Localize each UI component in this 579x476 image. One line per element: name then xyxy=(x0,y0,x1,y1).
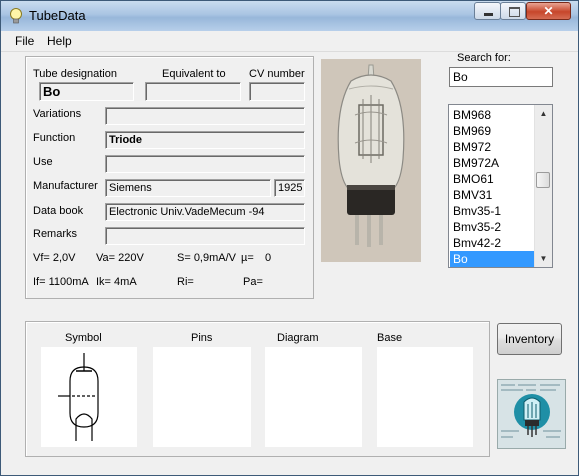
symbol-label: Symbol xyxy=(65,332,102,344)
window-title: TubeData xyxy=(29,8,86,23)
close-icon: ✕ xyxy=(543,4,554,18)
app-window: TubeData ✕ File Help Tube designation Eq… xyxy=(0,0,579,476)
if-value: If= 1100mA xyxy=(33,276,89,288)
menu-bar: File Help xyxy=(1,31,578,52)
data-book-field[interactable]: Electronic Univ.VadeMecum -94 xyxy=(105,203,305,221)
data-book-label: Data book xyxy=(33,205,84,217)
ik-value: Ik= 4mA xyxy=(96,276,137,288)
ri-label: Ri= xyxy=(177,276,194,288)
base-box xyxy=(377,347,473,447)
triode-symbol-icon xyxy=(58,353,99,441)
scroll-thumb[interactable] xyxy=(536,172,550,188)
equivalent-to-field[interactable] xyxy=(145,82,241,101)
mu-label: µ= xyxy=(241,252,254,264)
maximize-button[interactable] xyxy=(500,2,526,20)
diagram-label: Diagram xyxy=(277,332,319,344)
use-label: Use xyxy=(33,156,53,168)
equivalent-to-label: Equivalent to xyxy=(162,68,226,80)
menu-help[interactable]: Help xyxy=(47,34,72,48)
use-field[interactable] xyxy=(105,155,305,173)
cv-number-field[interactable] xyxy=(249,82,305,101)
year-field[interactable]: 1925 xyxy=(274,179,305,197)
tubedata-logo xyxy=(497,379,566,449)
logo-tube-icon xyxy=(498,380,565,448)
va-value: Va= 220V xyxy=(96,252,144,264)
manufacturer-field[interactable]: Siemens xyxy=(105,179,271,197)
pins-label: Pins xyxy=(191,332,213,344)
symbol-box xyxy=(41,347,137,447)
vf-value: Vf= 2,0V xyxy=(33,252,76,264)
cv-number-label: CV number xyxy=(249,68,305,80)
title-bar[interactable]: TubeData ✕ xyxy=(1,1,578,31)
remarks-field[interactable] xyxy=(105,227,305,245)
pa-label: Pa= xyxy=(243,276,263,288)
vacuum-tube-image xyxy=(321,59,421,262)
function-field[interactable]: Triode xyxy=(105,131,305,149)
search-input[interactable]: Bo xyxy=(449,67,553,87)
maximize-icon xyxy=(509,7,520,17)
scroll-down-arrow-icon[interactable]: ▼ xyxy=(535,250,552,267)
menu-file[interactable]: File xyxy=(15,34,34,48)
lightbulb-icon xyxy=(10,8,22,24)
tube-photo xyxy=(321,59,421,262)
mu-value: 0 xyxy=(265,252,272,264)
tube-designation-field[interactable]: Bo xyxy=(39,82,134,101)
base-label: Base xyxy=(377,332,403,344)
close-button[interactable]: ✕ xyxy=(526,2,571,20)
list-scrollbar[interactable]: ▲ ▼ xyxy=(534,105,552,267)
diagram-box xyxy=(265,347,362,447)
s-value: S= 0,9mA/V xyxy=(177,252,237,264)
pins-box xyxy=(153,347,251,447)
tube-list[interactable]: BM968 BM969 BM972 BM972A BMO61 BMV31 Bmv… xyxy=(448,104,553,268)
remarks-label: Remarks xyxy=(33,228,78,240)
function-label: Function xyxy=(33,132,76,144)
tube-designation-label: Tube designation xyxy=(33,68,117,80)
scroll-up-arrow-icon[interactable]: ▲ xyxy=(535,105,552,122)
variations-field[interactable] xyxy=(105,107,305,125)
variations-label: Variations xyxy=(33,108,82,120)
manufacturer-label: Manufacturer xyxy=(33,180,98,192)
inventory-button[interactable]: Inventory xyxy=(497,323,562,355)
minimize-icon xyxy=(484,13,493,16)
minimize-button[interactable] xyxy=(474,2,501,20)
search-for-label: Search for: xyxy=(457,52,511,64)
